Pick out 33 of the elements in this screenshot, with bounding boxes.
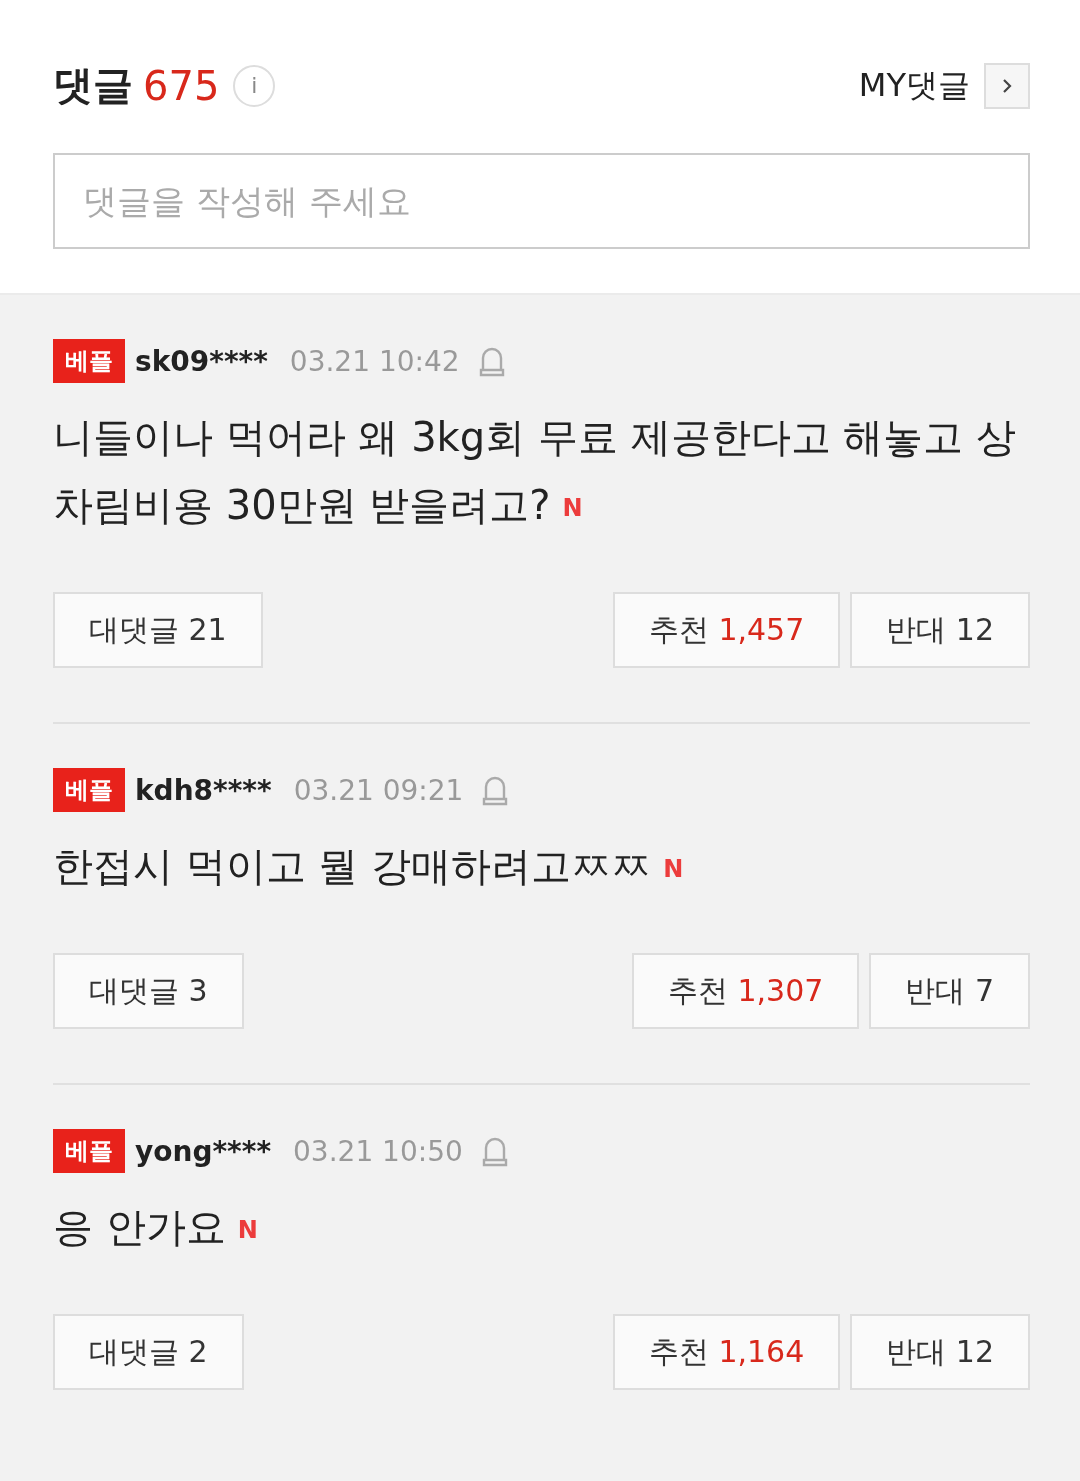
my-comments-link[interactable]: MY댓글	[858, 63, 970, 108]
best-badge: 베플	[53, 339, 125, 383]
best-badge: 베플	[53, 768, 125, 812]
comment-text: 응 안가요 N	[53, 1203, 259, 1252]
username: sk09****	[135, 344, 268, 378]
new-mark: N	[663, 855, 684, 883]
bell-icon[interactable]	[481, 774, 510, 806]
next-button[interactable]	[984, 62, 1030, 109]
like-button[interactable]: 추천 1,457	[612, 592, 841, 668]
username: yong****	[135, 1134, 272, 1168]
dislike-button[interactable]: 반대 7	[869, 953, 1030, 1029]
dislike-button[interactable]: 반대 12	[850, 592, 1030, 668]
new-mark: N	[237, 1216, 258, 1244]
comment-count: 675	[143, 62, 220, 109]
bell-icon[interactable]	[480, 1135, 509, 1167]
dislike-button[interactable]: 반대 12	[850, 1314, 1030, 1390]
reply-button[interactable]: 대댓글 2	[53, 1314, 244, 1390]
info-icon[interactable]: i	[233, 64, 276, 107]
comment-time: 03.21 10:50	[293, 1134, 463, 1168]
comment-text: 한접시 먹이고 뭘 강매하려고ㅉㅉ N	[53, 842, 685, 891]
reply-button[interactable]: 대댓글 21	[53, 592, 263, 668]
username: kdh8****	[135, 773, 272, 807]
new-mark: N	[562, 494, 583, 522]
comments-title: 댓글	[53, 61, 133, 110]
reply-button[interactable]: 대댓글 3	[53, 953, 244, 1029]
best-badge: 베플	[53, 1129, 125, 1173]
like-button[interactable]: 추천 1,164	[612, 1314, 841, 1390]
like-button[interactable]: 추천 1,307	[631, 953, 860, 1029]
comment-time: 03.21 09:21	[293, 773, 464, 807]
comment-time: 03.21 10:42	[289, 344, 460, 378]
comment-input-field[interactable]: 댓글을 작성해 주세요	[53, 153, 1030, 249]
bell-icon[interactable]	[477, 345, 506, 377]
comment-text: 니들이나 먹어라 왜 3kg회 무료 제공한다고 해놓고 상차림비용 30만원 받을려고? N	[53, 413, 1017, 530]
